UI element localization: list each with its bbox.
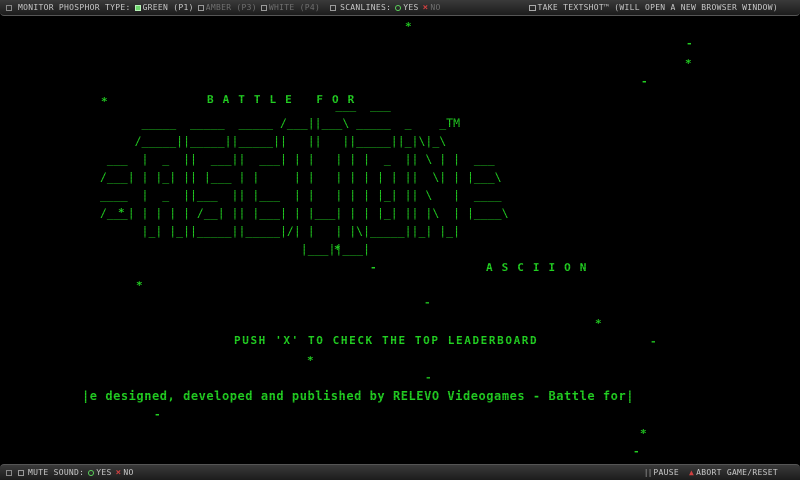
mute-yes-option[interactable]: YES	[88, 468, 111, 477]
radio-selected-icon	[395, 4, 402, 11]
game-area: * - * - * * * - * - * - * - - * - BATTLE…	[0, 16, 800, 464]
mute-sound-label: MUTE SOUND:	[28, 468, 85, 477]
star: *	[640, 427, 647, 440]
speaker-icon	[18, 469, 24, 476]
star-dot: -	[424, 296, 431, 309]
x-mark-icon: ×	[422, 2, 429, 13]
star: *	[685, 57, 692, 70]
mute-no-label: NO	[123, 468, 134, 477]
warning-icon: ▲	[689, 468, 695, 477]
scanlines-no-label: NO	[430, 3, 441, 12]
phosphor-green-label: GREEN (P1)	[142, 3, 194, 12]
abort-reset-button[interactable]: ▲ ABORT GAME/RESET	[689, 468, 778, 477]
star-dot: -	[686, 37, 693, 50]
bar-handle-icon	[6, 469, 12, 476]
scanlines-yes-option[interactable]: YES	[395, 3, 418, 12]
phosphor-white-label: WHITE (P4)	[268, 3, 321, 12]
textshot-label: TAKE TEXTSHOT™ (WILL OPEN A NEW BROWSER …	[537, 3, 778, 12]
scanlines-group: SCANLINES: YES × NO	[330, 3, 440, 13]
mute-sound-group: MUTE SOUND: YES × NO	[18, 468, 134, 478]
game-screen: MONITOR PHOSPHOR TYPE: GREEN (P1) AMBER …	[0, 0, 800, 480]
star-dot: -	[370, 261, 377, 274]
mute-no-option[interactable]: × NO	[116, 468, 134, 478]
pause-icon: ||	[643, 468, 653, 477]
phosphor-white-option[interactable]: WHITE (P4)	[260, 3, 321, 12]
phosphor-amber-option[interactable]: AMBER (P3)	[197, 3, 257, 12]
star-dot: -	[633, 445, 640, 458]
pause-button[interactable]: || PAUSE	[644, 468, 679, 477]
star-dot: -	[154, 408, 161, 421]
star: *	[136, 279, 143, 292]
pause-label: PAUSE	[653, 468, 679, 477]
radio-icon	[88, 469, 95, 476]
star: *	[595, 317, 602, 330]
ascii-logo: ___ ___ _____ _____ _____ /___||___\ ___…	[100, 98, 509, 256]
scanlines-label: SCANLINES:	[340, 3, 392, 12]
abort-reset-label: ABORT GAME/RESET	[696, 468, 778, 477]
mute-yes-label: YES	[96, 468, 112, 477]
textshot-group: TAKE TEXTSHOT™ (WILL OPEN A NEW BROWSER …	[528, 3, 778, 12]
textshot-button[interactable]: TAKE TEXTSHOT™ (WILL OPEN A NEW BROWSER …	[528, 3, 778, 12]
phosphor-type-label: MONITOR PHOSPHOR TYPE:	[18, 3, 131, 12]
credits-scroller: |e designed, developed and published by …	[82, 389, 634, 403]
pause-group: || PAUSE	[644, 468, 679, 477]
scanlines-icon	[330, 4, 337, 11]
title-asciion: ASCIION	[486, 261, 596, 274]
top-settings-bar: MONITOR PHOSPHOR TYPE: GREEN (P1) AMBER …	[0, 0, 800, 16]
phosphor-green-option[interactable]: GREEN (P1)	[134, 3, 194, 12]
checkbox-checked-icon	[134, 4, 141, 11]
scanlines-no-option[interactable]: × NO	[423, 3, 441, 13]
checkbox-icon	[260, 4, 267, 11]
star-dot: -	[641, 75, 648, 88]
star-dot: -	[425, 371, 432, 384]
star: *	[307, 354, 314, 367]
star: *	[405, 20, 412, 33]
phosphor-amber-label: AMBER (P3)	[205, 3, 257, 12]
bottom-controls-bar: MUTE SOUND: YES × NO || PAUSE ▲ ABORT GA…	[0, 464, 800, 480]
bar-handle-icon	[6, 4, 12, 11]
x-mark-icon: ×	[115, 467, 122, 478]
scanlines-yes-label: YES	[403, 3, 419, 12]
star-dot: -	[650, 335, 657, 348]
leaderboard-prompt: PUSH 'X' TO CHECK THE TOP LEADERBOARD	[234, 334, 539, 347]
abort-group: ▲ ABORT GAME/RESET	[689, 468, 778, 477]
camera-icon	[528, 4, 536, 11]
checkbox-icon	[197, 4, 204, 11]
phosphor-type-group: MONITOR PHOSPHOR TYPE: GREEN (P1) AMBER …	[18, 3, 320, 12]
